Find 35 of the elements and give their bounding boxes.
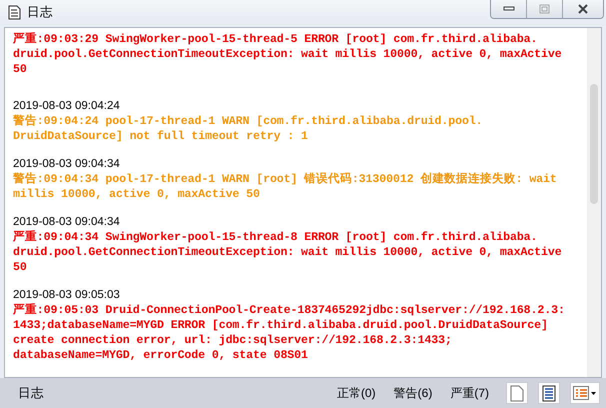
blank-page-icon <box>510 384 524 402</box>
log-timestamp: 2019-08-03 09:05:03 <box>13 288 121 303</box>
filter-button[interactable]: 正常(0) <box>330 384 383 402</box>
text-page-icon <box>542 384 556 402</box>
log-message: 警告:09:04:34 pool-17-thread-1 WARN [root] 错误代码:31300012 创建数据连接失败: wait <box>13 172 558 187</box>
log-message: 1433;databaseName=MYGD ERROR [com.fr.third.alibaba.druid.pool.DruidDataSource] <box>13 318 549 333</box>
filter-button[interactable]: 警告(6) <box>386 384 440 402</box>
list-dropdown-icon <box>573 386 597 400</box>
log-message: 50 <box>13 260 28 275</box>
log-message: 50 <box>13 62 28 77</box>
window-title: 日志 <box>27 4 53 21</box>
log-message: DruidDataSource] not full timeout retry : 1 <box>13 129 309 144</box>
log-message: create connection error, url: jdbc:sqlserver://192.168.2.3:1433; <box>13 333 453 348</box>
log-timestamp: 2019-08-03 09:04:34 <box>13 215 121 230</box>
list-dropdown-button[interactable] <box>570 382 600 404</box>
log-message: 严重:09:04:34 SwingWorker-pool-15-thread-8 ERROR [root] com.fr.third.alibaba. <box>13 230 538 245</box>
log-message: millis 10000, active 0, maxActive 50 <box>13 187 261 202</box>
log-message: databaseName=MYGD, errorCode 0, state 08S01 <box>13 348 309 363</box>
log-message: 严重:09:03:29 SwingWorker-pool-15-thread-5 ERROR [root] com.fr.third.alibaba. <box>13 32 538 47</box>
blank-page-button[interactable] <box>506 382 528 404</box>
log-message: 警告:09:04:24 pool-17-thread-1 WARN [com.fr.third.alibaba.druid.pool. <box>13 114 484 129</box>
log-message: druid.pool.GetConnectionTimeoutException: wait millis 10000, active 0, maxActive <box>13 245 563 260</box>
close-icon <box>577 4 589 14</box>
document-icon <box>8 5 21 20</box>
status-label: 日志 <box>18 384 44 402</box>
maximize-icon <box>538 4 550 14</box>
log-timestamp: 2019-08-03 09:04:24 <box>13 99 121 114</box>
minimize-icon <box>502 6 514 12</box>
log-message: 严重:09:05:03 Druid-ConnectionPool-Create-1837465292jdbc:sqlserver://192.168.2.3: <box>13 303 566 318</box>
filter-button[interactable]: 严重(7) <box>443 384 496 402</box>
scrollbar[interactable] <box>587 28 601 377</box>
text-page-button[interactable] <box>538 382 560 404</box>
log-message: druid.pool.GetConnectionTimeoutException: wait millis 10000, active 0, maxActive <box>13 47 563 62</box>
minimize-button[interactable] <box>491 0 527 18</box>
log-timestamp: 2019-08-03 09:04:34 <box>13 157 121 172</box>
